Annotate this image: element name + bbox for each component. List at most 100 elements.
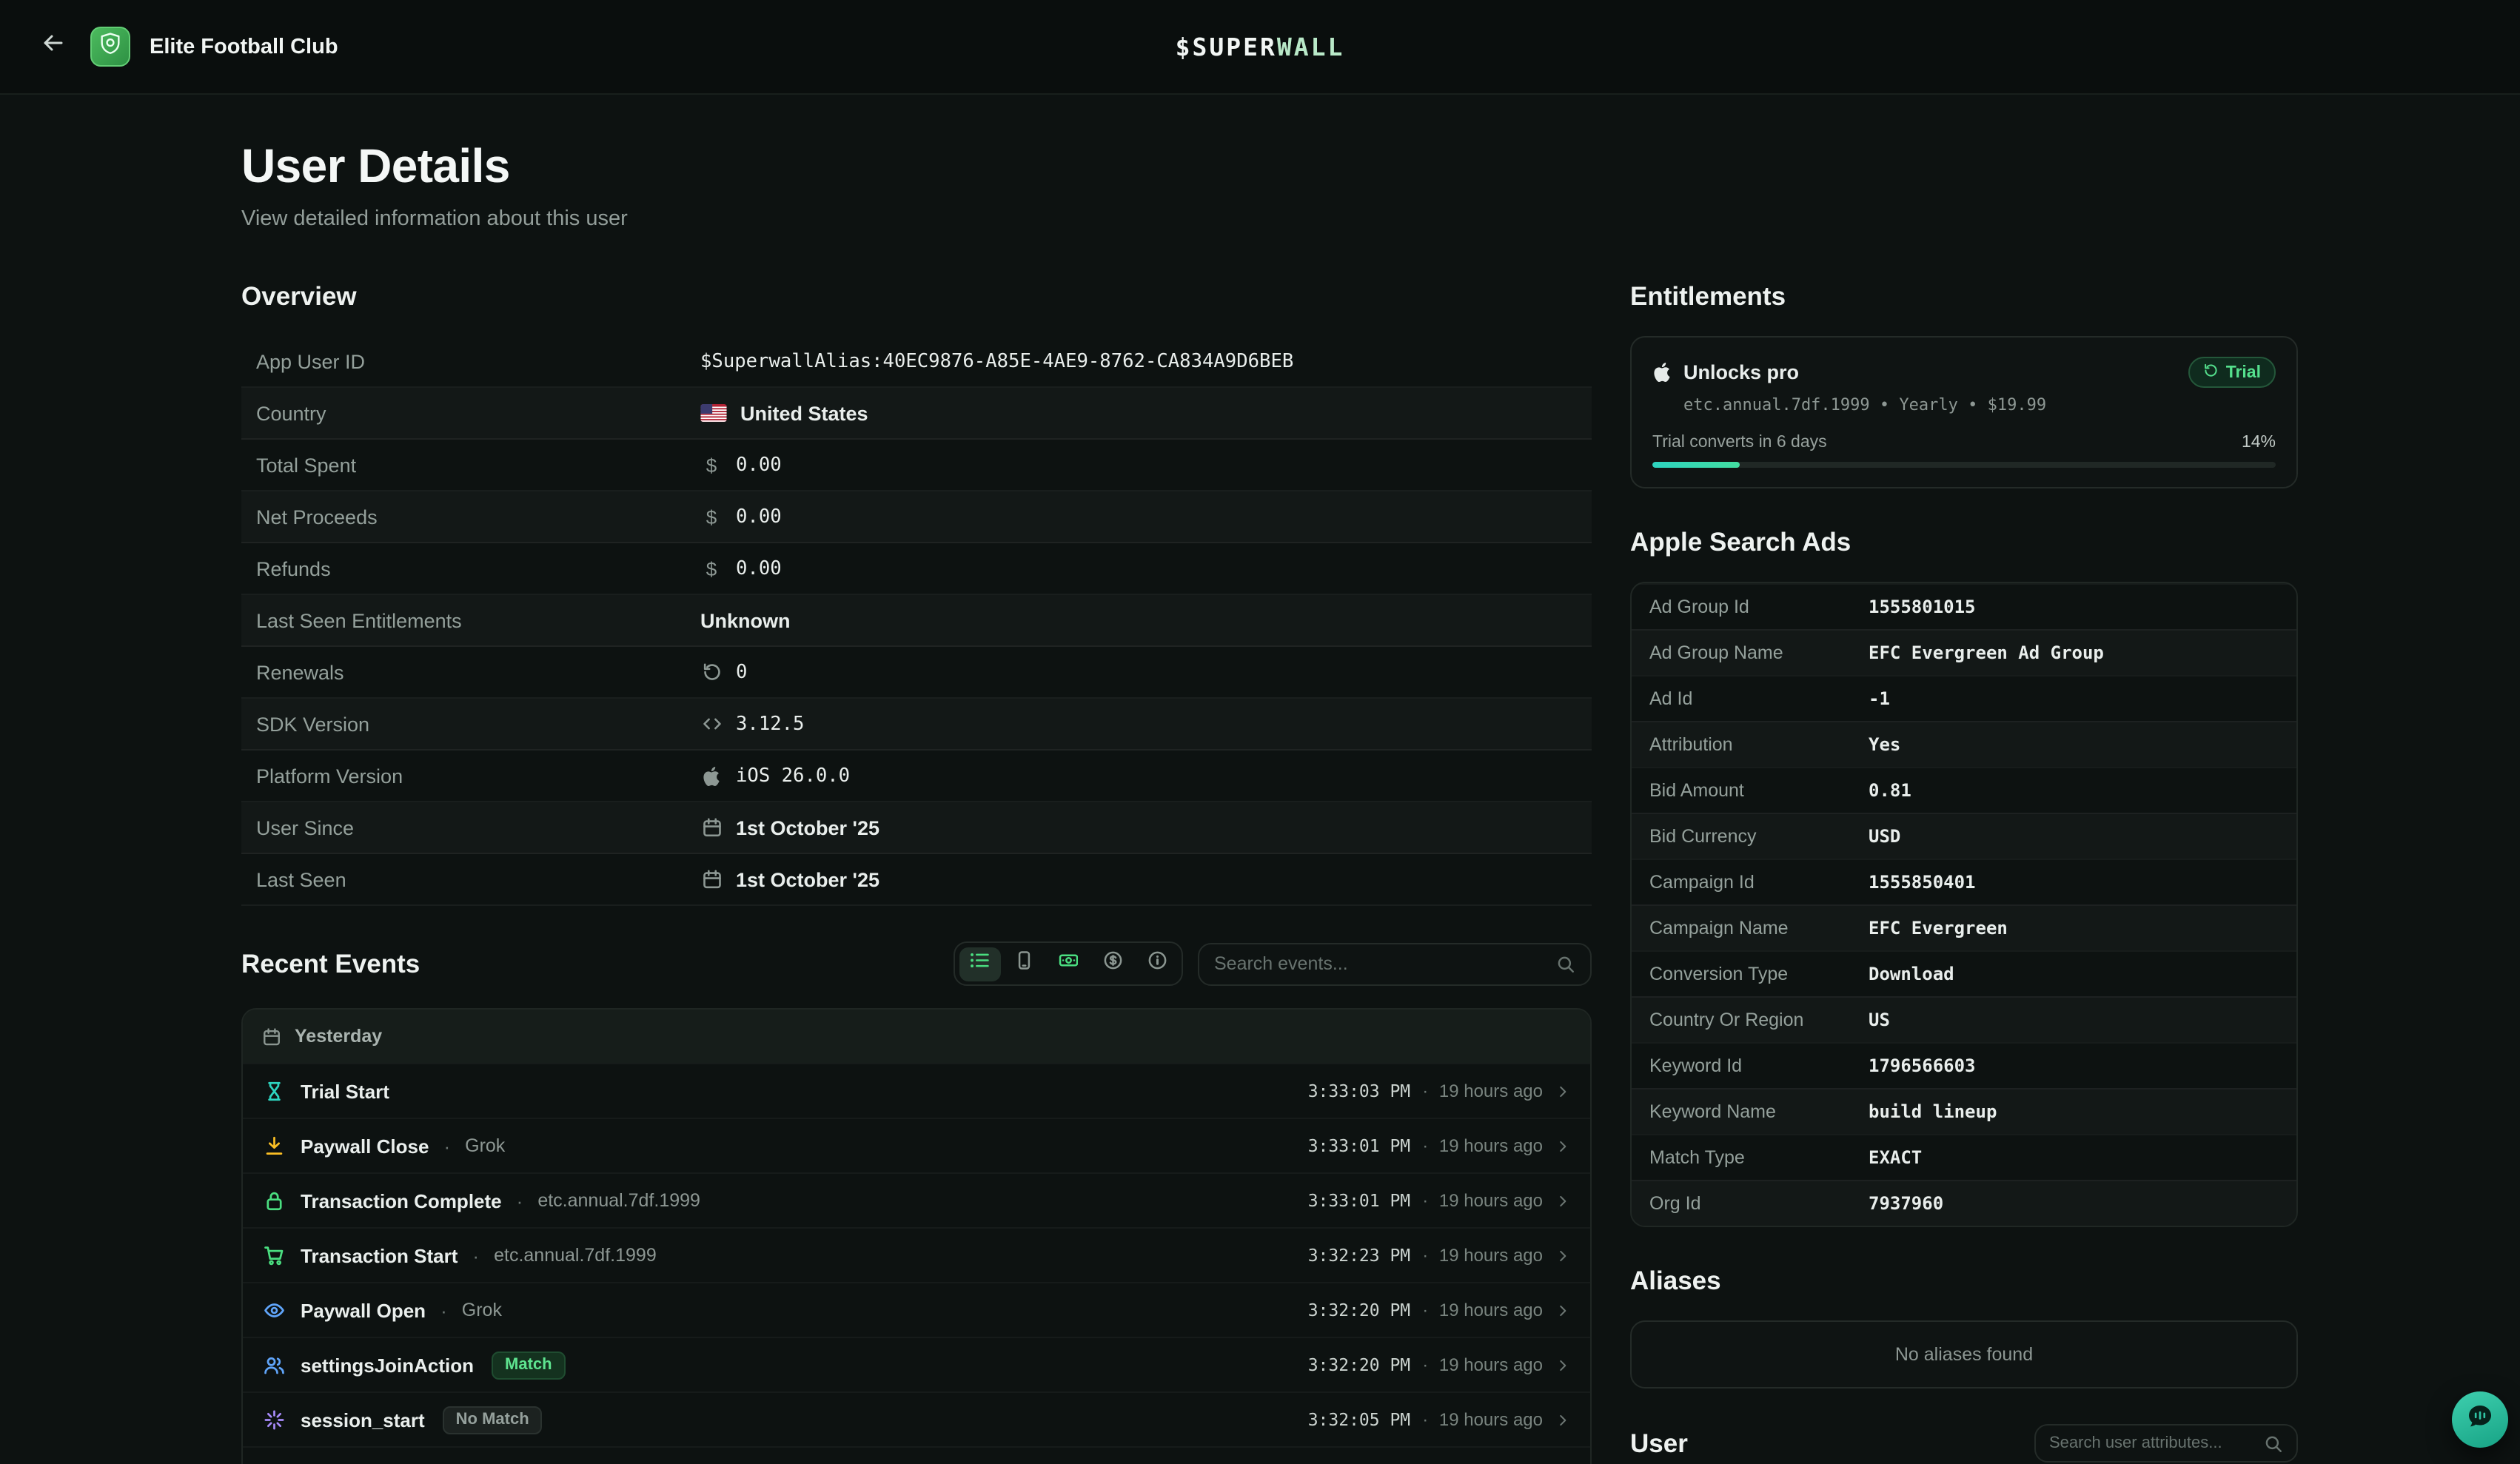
row-value: 1st October '25 xyxy=(700,816,879,839)
row-label: Last Seen Entitlements xyxy=(256,609,700,631)
row-value: build lineup xyxy=(1869,1101,1997,1122)
event-row[interactable]: Session Start 3:32:05 PM 19 hours ago xyxy=(243,1446,1590,1464)
search-events-input[interactable] xyxy=(1214,953,1544,974)
filter-revenue-events[interactable] xyxy=(1048,947,1089,981)
event-row[interactable]: Paywall Open Grok 3:32:20 PM 19 hours ag… xyxy=(243,1282,1590,1337)
event-type-icon xyxy=(262,1300,286,1321)
row-label: SDK Version xyxy=(256,713,700,735)
event-relative-time: 19 hours ago xyxy=(1422,1135,1543,1156)
back-button[interactable] xyxy=(36,25,71,68)
table-row: Ad Group Id 1555801015 xyxy=(1632,583,2296,629)
event-type-icon xyxy=(262,1409,286,1431)
table-row: Conversion Type Download xyxy=(1632,950,2296,996)
row-value-text: 0.00 xyxy=(736,454,782,476)
chevron-right-icon xyxy=(1555,1357,1571,1373)
event-row[interactable]: settingsJoinAction Match 3:32:20 PM 19 h… xyxy=(243,1337,1590,1391)
row-value: Download xyxy=(1869,964,1954,984)
row-value-icon: $ xyxy=(700,557,723,580)
row-value: 1555850401 xyxy=(1869,872,1976,893)
row-value: $ 0.00 xyxy=(700,506,782,528)
recent-events-header: Recent Events xyxy=(241,941,1592,986)
chat-button[interactable] xyxy=(2452,1391,2508,1448)
row-label: Refunds xyxy=(256,557,700,580)
filter-transaction-events[interactable] xyxy=(1092,947,1133,981)
event-row[interactable]: Transaction Complete etc.annual.7df.1999… xyxy=(243,1172,1590,1227)
apple-icon xyxy=(1652,363,1672,382)
superwall-logo: $SUPERWALL xyxy=(1176,33,1345,61)
row-value: 1555801015 xyxy=(1869,597,1976,617)
table-row: Match Type EXACT xyxy=(1632,1134,2296,1180)
filter-icon xyxy=(970,950,990,978)
event-badge: No Match xyxy=(443,1406,543,1434)
overview-table: App User ID $SuperwallAlias:40EC9876-A85… xyxy=(241,336,1592,906)
table-row: Platform Version iOS 26.0.0 xyxy=(241,751,1592,802)
entitlement-product-detail: etc.annual.7df.1999 • Yearly • $19.99 xyxy=(1683,395,2276,414)
row-value-icon: $ xyxy=(700,506,723,528)
event-row[interactable]: Paywall Close Grok 3:33:01 PM 19 hours a… xyxy=(243,1118,1590,1172)
table-row: Total Spent $ 0.00 xyxy=(241,440,1592,491)
row-label: Bid Currency xyxy=(1649,826,1869,847)
event-subtitle: Grok xyxy=(465,1135,505,1156)
event-separator xyxy=(472,1244,479,1266)
table-row: Last Seen Entitlements Unknown xyxy=(241,595,1592,647)
table-row: Ad Id -1 xyxy=(1632,675,2296,721)
row-label: App User ID xyxy=(256,350,700,372)
row-value: 1796566603 xyxy=(1869,1055,1976,1076)
event-subtitle: etc.annual.7df.1999 xyxy=(537,1190,700,1211)
row-value: 1st October '25 xyxy=(700,868,879,890)
row-label: Campaign Name xyxy=(1649,918,1869,938)
row-value: United States xyxy=(700,402,868,424)
event-subtitle: etc.annual.7df.1999 xyxy=(494,1245,657,1266)
event-time: 3:33:01 PM xyxy=(1308,1135,1411,1156)
row-value: 0.81 xyxy=(1869,780,1911,801)
row-value-icon xyxy=(700,817,723,838)
table-row: Bid Currency USD xyxy=(1632,813,2296,859)
event-row[interactable]: Trial Start 3:33:03 PM 19 hours ago xyxy=(243,1063,1590,1118)
row-value-text: 0.00 xyxy=(736,557,782,580)
row-value-icon xyxy=(700,869,723,890)
event-row[interactable]: session_start No Match 3:32:05 PM 19 hou… xyxy=(243,1391,1590,1446)
row-value-icon: $ xyxy=(700,454,723,476)
event-row[interactable]: Transaction Start etc.annual.7df.1999 3:… xyxy=(243,1227,1590,1282)
row-label: Keyword Id xyxy=(1649,1055,1869,1076)
table-row: Net Proceeds $ 0.00 xyxy=(241,491,1592,543)
page-title: User Details xyxy=(241,139,2279,194)
filter-info-events[interactable] xyxy=(1136,947,1178,981)
events-rows: Trial Start 3:33:03 PM 19 hours ago xyxy=(243,1063,1590,1464)
logo-prefix: $SUPER xyxy=(1176,33,1277,61)
table-row: User Since 1st October '25 xyxy=(241,802,1592,854)
table-row: Org Id 7937960 xyxy=(1632,1180,2296,1226)
filter-device-events[interactable] xyxy=(1003,947,1045,981)
chevron-right-icon xyxy=(1555,1411,1571,1428)
event-name: session_start xyxy=(301,1408,425,1431)
aliases-empty-state: No aliases found xyxy=(1630,1320,2298,1389)
row-value-text: 0.00 xyxy=(736,506,782,528)
search-user-attributes-input[interactable] xyxy=(2049,1434,2255,1452)
row-label: User Since xyxy=(256,816,700,839)
row-value-text: 1st October '25 xyxy=(736,868,879,890)
event-separator xyxy=(440,1299,447,1321)
user-heading: User xyxy=(1630,1428,1688,1459)
trial-status-badge: Trial xyxy=(2188,357,2276,388)
main-content: User Details View detailed information a… xyxy=(0,95,2520,1464)
user-search-box xyxy=(2034,1424,2298,1463)
event-name: Paywall Open xyxy=(301,1299,426,1321)
entitlement-name: Unlocks pro xyxy=(1683,361,1799,383)
row-label: Bid Amount xyxy=(1649,780,1869,801)
row-label: Org Id xyxy=(1649,1193,1869,1214)
event-time: 3:33:01 PM xyxy=(1308,1190,1411,1211)
row-value-text: $SuperwallAlias:40EC9876-A85E-4AE9-8762-… xyxy=(700,350,1293,372)
row-value-text: 1st October '25 xyxy=(736,816,879,839)
row-label: Last Seen xyxy=(256,868,700,890)
table-row: Keyword Name build lineup xyxy=(1632,1088,2296,1134)
event-relative-time: 19 hours ago xyxy=(1422,1245,1543,1266)
event-time: 3:33:03 PM xyxy=(1308,1081,1411,1101)
event-relative-time: 19 hours ago xyxy=(1422,1354,1543,1375)
filter-all-events[interactable] xyxy=(959,947,1000,981)
row-label: Ad Group Id xyxy=(1649,597,1869,617)
page-subtitle: View detailed information about this use… xyxy=(241,207,2279,231)
event-relative-time: 19 hours ago xyxy=(1422,1300,1543,1320)
entitlements-heading: Entitlements xyxy=(1630,281,2298,312)
row-label: Total Spent xyxy=(256,454,700,476)
row-label: Ad Group Name xyxy=(1649,642,1869,663)
